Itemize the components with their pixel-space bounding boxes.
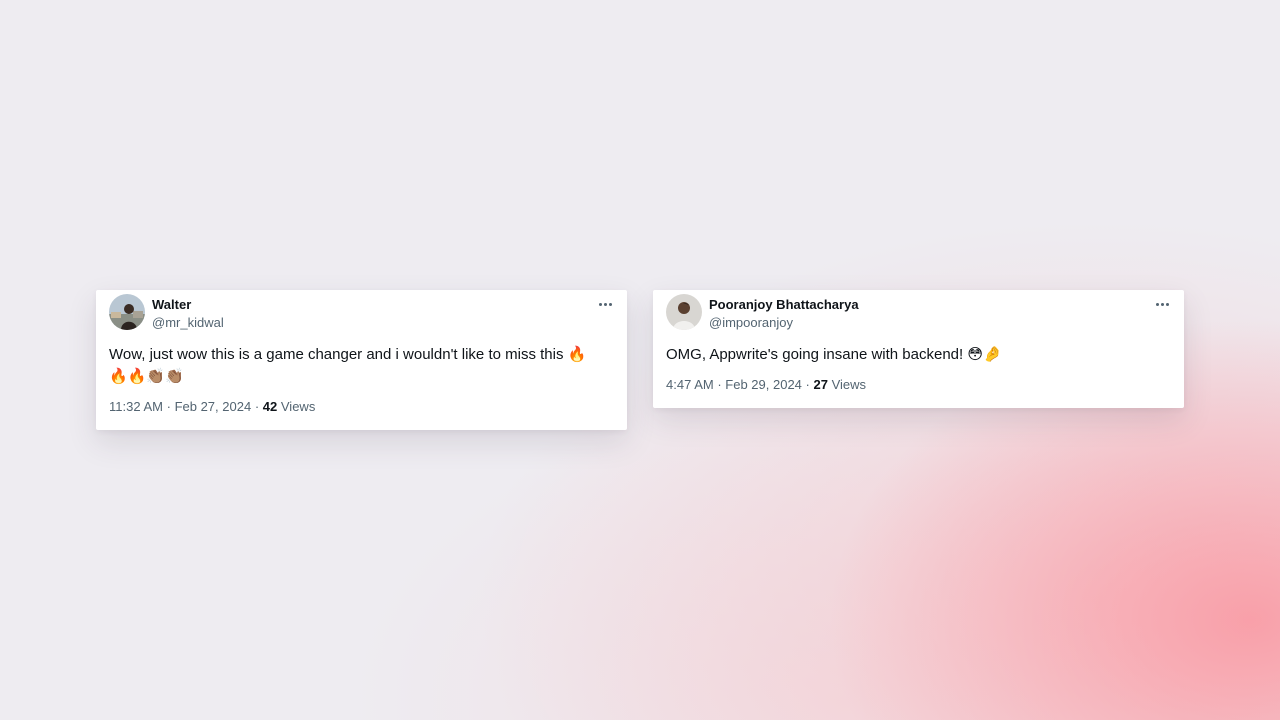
tweet-header: Pooranjoy Bhattacharya @impooranjoy [666,294,1171,334]
tweet-metadata: 4:47 AM · Feb 29, 2024 · 27 Views [666,376,1171,394]
tweet-header: Walter @mr_kidwal [109,294,614,334]
avatar[interactable] [666,294,702,330]
meta-separator: · [166,399,171,414]
tweet-card[interactable]: Pooranjoy Bhattacharya @impooranjoy OMG,… [653,290,1184,408]
tweet-date[interactable]: Feb 29, 2024 [725,377,802,392]
views-label: Views [831,377,867,392]
meta-separator: · [717,377,722,392]
views-count: 42 [262,399,278,414]
tweet-text-line: Wow, just wow this is a game changer and… [109,346,587,363]
tweet-text: Wow, just wow this is a game changer and… [109,344,609,388]
tweet-date[interactable]: Feb 27, 2024 [175,399,252,414]
avatar-photo-icon [109,294,145,330]
tweet-emoji-line: 🔥🔥👏🏽👏🏽 [109,368,184,385]
meta-separator: · [254,399,260,414]
tweet-card[interactable]: Walter @mr_kidwal Wow, just wow this is … [96,290,627,430]
avatar[interactable] [109,294,145,330]
meta-separator: · [805,377,810,392]
user-handle[interactable]: @mr_kidwal [152,313,224,332]
display-name[interactable]: Pooranjoy Bhattacharya [709,296,859,313]
tweet-time[interactable]: 11:32 AM [109,399,163,414]
display-name[interactable]: Walter [152,296,224,313]
user-handle[interactable]: @impooranjoy [709,313,859,332]
views-count: 27 [813,377,828,392]
views-label: Views [280,399,316,414]
more-horizontal-icon[interactable] [598,298,614,310]
avatar-photo-icon [666,294,702,330]
more-horizontal-icon[interactable] [1155,298,1171,310]
tweet-metadata: 11:32 AM · Feb 27, 2024 · 42 Views [109,398,614,416]
tweet-time[interactable]: 4:47 AM [666,377,714,392]
tweet-text-line: OMG, Appwrite's going insane with backen… [666,346,1002,363]
tweet-text: OMG, Appwrite's going insane with backen… [666,344,1166,366]
